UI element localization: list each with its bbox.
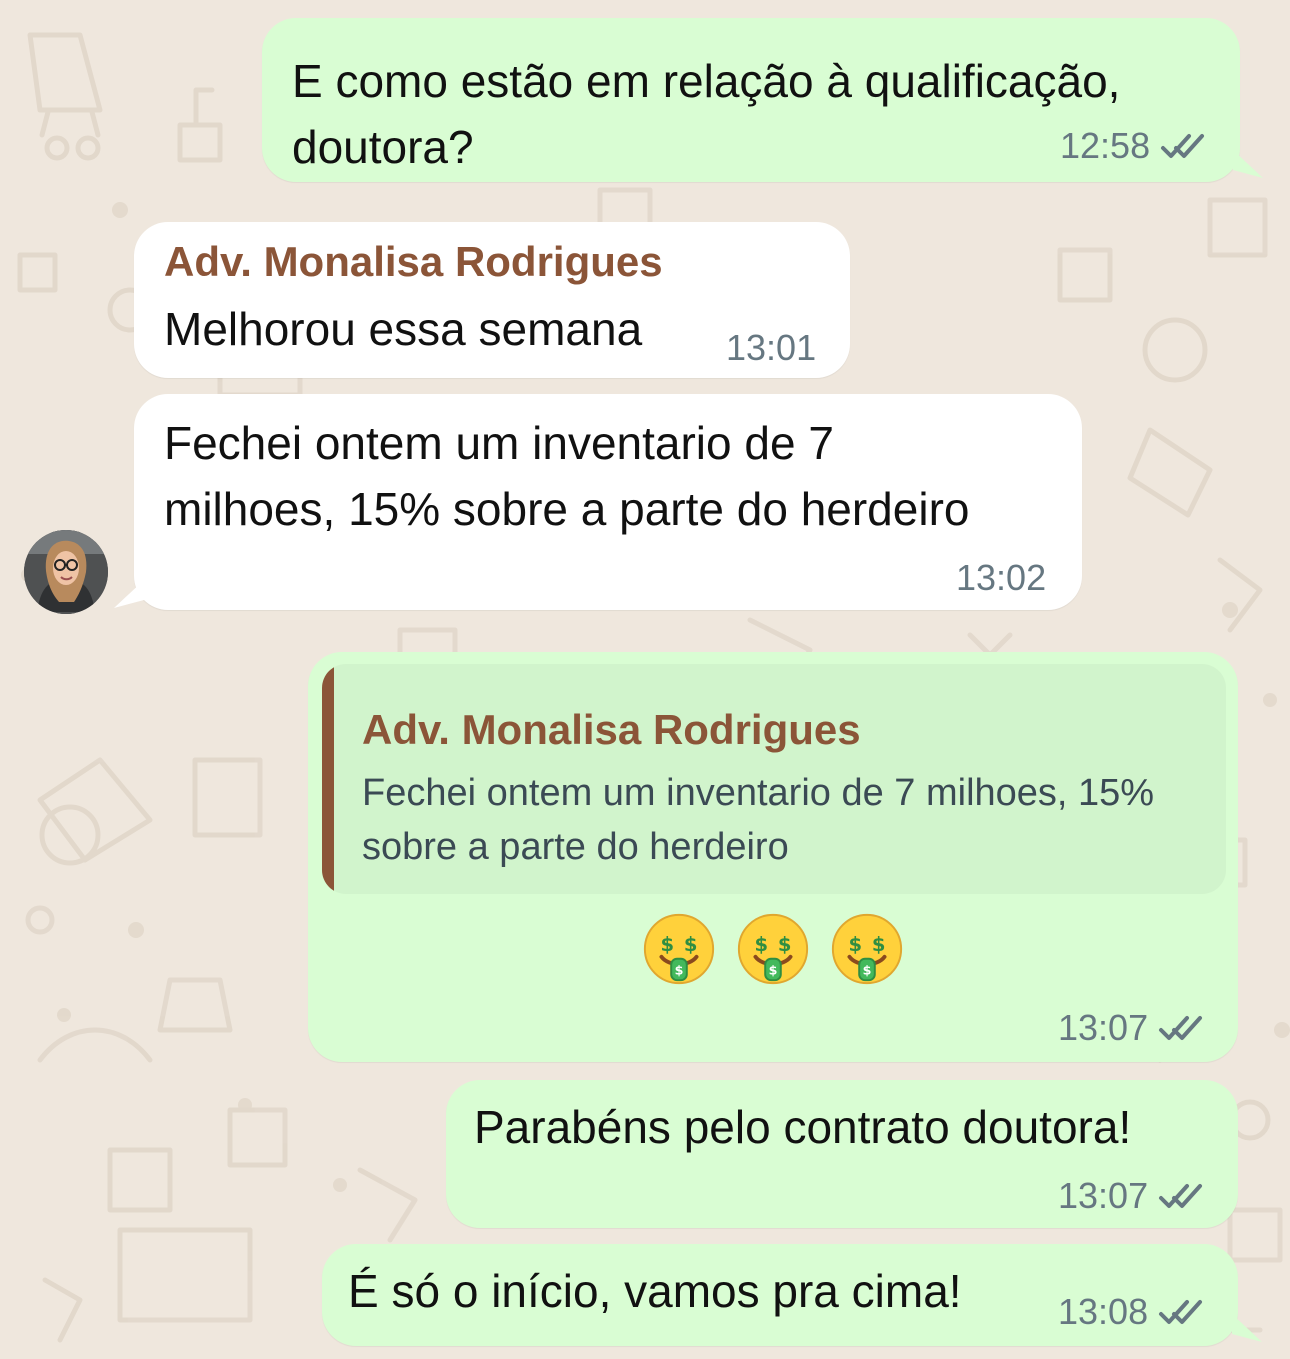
message-bubble-3[interactable]: Fechei ontem um inventario de 7 milhoes,… bbox=[134, 394, 1082, 610]
message-text-line-2: doutora? bbox=[292, 121, 474, 173]
quoted-sender-name: Adv. Monalisa Rodrigues bbox=[362, 706, 861, 753]
message-bubble-5[interactable]: Parabéns pelo contrato doutora! 13:07 bbox=[446, 1080, 1238, 1228]
svg-text:$: $ bbox=[872, 933, 886, 956]
quoted-text-line-2: sobre a parte do herdeiro bbox=[362, 826, 789, 868]
quoted-message-text: Fechei ontem um inventario de 7 milhoes,… bbox=[362, 766, 1212, 874]
quote-bar bbox=[322, 664, 334, 894]
double-check-icon bbox=[1158, 1180, 1204, 1212]
message-time: 13:01 bbox=[726, 327, 817, 368]
double-check-icon bbox=[1160, 130, 1206, 162]
message-time: 13:02 bbox=[956, 557, 1047, 598]
message-meta: 13:07 bbox=[1058, 1008, 1204, 1048]
message-bubble-2[interactable]: Adv. Monalisa Rodrigues Melhorou essa se… bbox=[134, 222, 850, 378]
message-meta: 13:07 bbox=[1058, 1176, 1204, 1216]
message-text: É só o início, vamos pra cima! bbox=[348, 1265, 962, 1317]
message-time: 13:07 bbox=[1058, 1175, 1149, 1216]
message-text-line-1: E como estão em relação à qualificação, bbox=[292, 55, 1121, 107]
message-tail bbox=[1232, 1314, 1262, 1342]
money-mouth-face-emoji: $ $ $ bbox=[643, 913, 715, 985]
sender-name: Adv. Monalisa Rodrigues bbox=[164, 238, 663, 285]
message-meta: 13:01 bbox=[726, 328, 816, 368]
profile-photo bbox=[24, 530, 108, 614]
svg-text:$: $ bbox=[769, 962, 778, 977]
message-time: 13:07 bbox=[1058, 1007, 1149, 1048]
message-time: 13:08 bbox=[1058, 1291, 1149, 1332]
chat-thread: E como estão em relação à qualificação, … bbox=[0, 0, 1290, 1359]
message-text: Melhorou essa semana bbox=[164, 303, 643, 355]
svg-text:$: $ bbox=[684, 933, 698, 956]
double-check-icon bbox=[1158, 1012, 1204, 1044]
svg-text:$: $ bbox=[661, 933, 675, 956]
message-bubble-6[interactable]: É só o início, vamos pra cima! 13:08 bbox=[322, 1244, 1238, 1346]
svg-text:$: $ bbox=[675, 962, 684, 977]
message-text: Parabéns pelo contrato doutora! bbox=[474, 1101, 1132, 1153]
money-mouth-face-emoji: $ $ $ bbox=[831, 913, 903, 985]
svg-text:$: $ bbox=[755, 933, 769, 956]
message-meta: 12:58 bbox=[1060, 126, 1206, 166]
message-tail bbox=[1233, 150, 1263, 178]
avatar[interactable] bbox=[24, 530, 108, 614]
message-time: 12:58 bbox=[1060, 125, 1151, 166]
message-text-line-1: Fechei ontem um inventario de 7 bbox=[164, 417, 834, 469]
svg-text:$: $ bbox=[863, 962, 872, 977]
message-meta: 13:02 bbox=[956, 558, 1046, 598]
message-bubble-1[interactable]: E como estão em relação à qualificação, … bbox=[262, 18, 1240, 182]
message-tail bbox=[114, 580, 144, 608]
quoted-text-line-1: Fechei ontem um inventario de 7 milhoes,… bbox=[362, 772, 1155, 814]
message-bubble-4[interactable]: Adv. Monalisa Rodrigues Fechei ontem um … bbox=[308, 652, 1238, 1062]
reply-quote[interactable]: Adv. Monalisa Rodrigues Fechei ontem um … bbox=[322, 664, 1226, 894]
message-meta: 13:08 bbox=[1058, 1292, 1204, 1332]
svg-text:$: $ bbox=[849, 933, 863, 956]
message-text-line-2: milhoes, 15% sobre a parte do herdeiro bbox=[164, 483, 970, 535]
double-check-icon bbox=[1158, 1296, 1204, 1328]
svg-text:$: $ bbox=[778, 933, 792, 956]
money-mouth-face-emoji: $ $ $ bbox=[737, 913, 809, 985]
